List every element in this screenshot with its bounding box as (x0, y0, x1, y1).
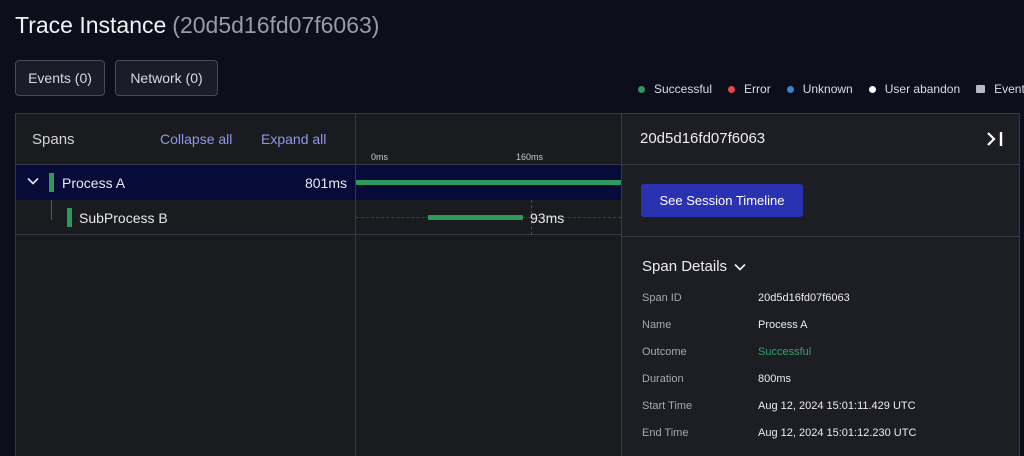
red-dot-icon (728, 85, 736, 93)
detail-row-end-time: End Time Aug 12, 2024 15:01:12.230 UTC (642, 427, 916, 439)
legend-events: Events (976, 82, 1024, 96)
spans-header: Spans Collapse all Expand all (16, 114, 355, 165)
legend-label: User abandon (884, 82, 961, 96)
legend-label: Events (994, 82, 1024, 96)
detail-key: Span ID (642, 292, 682, 304)
detail-key: Name (642, 319, 672, 331)
legend-user-abandon: User abandon (868, 82, 961, 96)
detail-row-name: Name Process A (642, 319, 808, 331)
legend-unknown: Unknown (786, 82, 853, 96)
blue-dot-icon (786, 85, 794, 93)
detail-key: End Time (642, 427, 689, 439)
gray-square-icon (976, 85, 986, 93)
events-tab-button[interactable]: Events (0) (15, 60, 105, 96)
detail-row-span-id: Span ID 20d5d16fd07f6063 (642, 292, 850, 304)
status-marker (67, 208, 72, 227)
collapse-panel-icon[interactable] (985, 130, 1005, 148)
network-tab-button[interactable]: Network (0) (115, 60, 218, 96)
timeline-row-process-a[interactable] (356, 165, 621, 200)
legend-error: Error (728, 82, 771, 96)
detail-key: Outcome (642, 346, 687, 358)
detail-value: 800ms (758, 373, 792, 385)
detail-row-start-time: Start Time Aug 12, 2024 15:01:11.429 UTC (642, 400, 916, 412)
tree-connector (51, 200, 52, 220)
see-session-timeline-button[interactable]: See Session Timeline (641, 184, 803, 217)
white-dot-icon (868, 85, 876, 93)
details-header: 20d5d16fd07f6063 (622, 114, 1019, 165)
legend-label: Unknown (802, 82, 853, 96)
chevron-down-icon (734, 263, 746, 271)
detail-value: Aug 12, 2024 15:01:11.429 UTC (758, 400, 916, 412)
detail-key: Start Time (642, 400, 693, 412)
collapse-all-link[interactable]: Collapse all (160, 131, 232, 147)
spans-column: Spans Collapse all Expand all Process A … (16, 114, 356, 456)
span-details-toggle[interactable]: Span Details (642, 258, 746, 275)
detail-value: 20d5d16fd07f6063 (758, 292, 850, 304)
details-actions: See Session Timeline (622, 165, 1019, 237)
tick-label: 0ms (371, 152, 389, 162)
section-title: Span Details (642, 258, 728, 275)
spans-title: Spans (32, 130, 75, 148)
status-marker (49, 173, 54, 192)
legend-label: Error (744, 82, 771, 96)
timeline-header: 0ms 160ms (356, 114, 621, 165)
detail-row-duration: Duration 800ms (642, 373, 791, 385)
timeline-column: 0ms 160ms 93ms (356, 114, 621, 456)
span-name: SubProcess B (79, 210, 168, 226)
legend-label: Successful (654, 82, 713, 96)
detail-value: Process A (758, 319, 808, 331)
detail-key: Duration (642, 373, 684, 385)
detail-value: Successful (758, 346, 812, 358)
tick-label: 160ms (516, 152, 544, 162)
page-title: Trace Instance (20d5d16fd07f6063) (15, 12, 379, 39)
details-span-id: 20d5d16fd07f6063 (640, 130, 766, 147)
expand-all-link[interactable]: Expand all (261, 131, 326, 147)
legend-successful: Successful (638, 82, 712, 96)
trace-id: (20d5d16fd07f6063) (172, 12, 380, 38)
green-dot-icon (638, 85, 645, 93)
detail-value: Aug 12, 2024 15:01:12.230 UTC (758, 427, 917, 439)
span-duration: 801ms (304, 175, 347, 191)
page-title-text: Trace Instance (15, 12, 167, 38)
span-bar-process-a[interactable] (356, 180, 621, 185)
trace-panel: Spans Collapse all Expand all Process A … (15, 113, 1020, 456)
span-bar-subprocess-b[interactable] (428, 215, 523, 220)
span-row-process-a[interactable]: Process A 801ms (16, 165, 355, 200)
span-details-panel: 20d5d16fd07f6063 See Session Timeline Sp… (621, 114, 1019, 456)
detail-row-outcome: Outcome Successful (642, 346, 811, 358)
chevron-down-icon[interactable] (26, 174, 40, 188)
span-row-subprocess-b[interactable]: SubProcess B (16, 200, 355, 235)
timeline-row-subprocess-b[interactable]: 93ms (356, 200, 621, 235)
span-duration: 93ms (530, 210, 565, 226)
span-name: Process A (62, 175, 126, 191)
legend: Successful Error Unknown User abandon Ev… (638, 82, 1024, 96)
